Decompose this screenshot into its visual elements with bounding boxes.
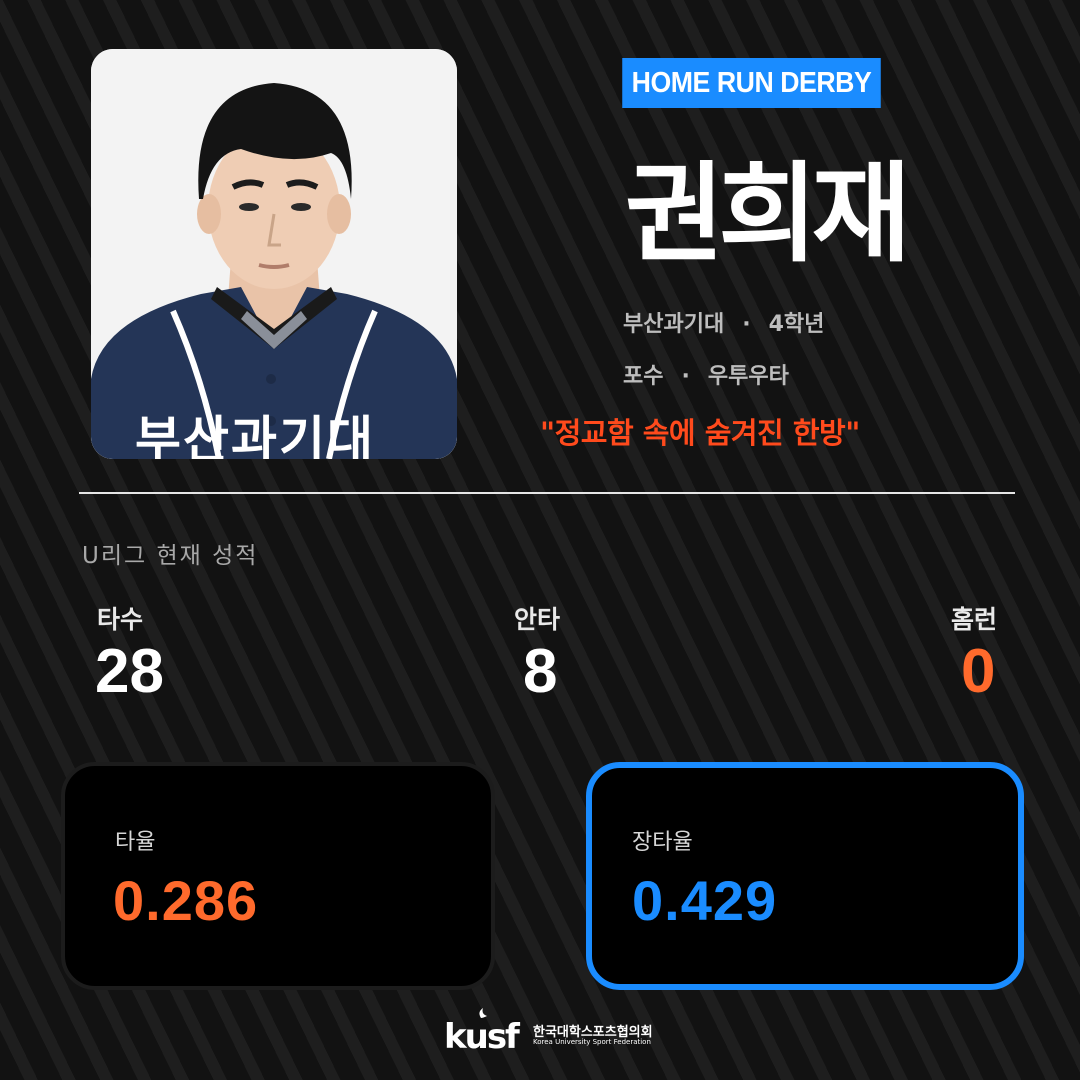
kusf-logo-mark: kusf xyxy=(444,1008,523,1054)
svg-text:kusf: kusf xyxy=(444,1017,521,1054)
stat-label-home-runs: 홈런 xyxy=(951,605,998,634)
position: 포수 xyxy=(623,364,664,389)
player-name: 권희재 xyxy=(624,152,911,277)
stat-label-hits: 안타 xyxy=(514,605,561,634)
separator-dot: · xyxy=(742,312,751,337)
school-name: 부산과기대 xyxy=(623,312,725,337)
school-grade-row: 부산과기대 · 4학년 xyxy=(623,306,824,338)
section-title: U리그 현재 성적 xyxy=(82,543,259,569)
jersey-text: 부산과기대 xyxy=(135,411,375,459)
home-run-derby-badge: HOME RUN DERBY xyxy=(622,58,881,108)
player-slogan: "정교함 속에 숨겨진 한방" xyxy=(540,416,860,450)
card-label: 타율 xyxy=(115,830,156,855)
stat-label-at-bats: 타수 xyxy=(97,605,144,634)
player-photo: 부산과기대 xyxy=(91,49,457,459)
card-label: 장타율 xyxy=(632,830,693,855)
separator-dot: · xyxy=(681,364,690,389)
stat-value-home-runs: 0 xyxy=(961,637,996,706)
stat-value-hits: 8 xyxy=(523,637,558,706)
logo-name-en: Korea University Sport Federation xyxy=(533,1038,651,1046)
batting-average-value: 0.286 xyxy=(113,869,259,932)
slugging-card: 장타율 0.429 xyxy=(586,762,1024,990)
grade: 4학년 xyxy=(768,312,825,337)
stat-value-at-bats: 28 xyxy=(95,637,164,706)
bats-throws: 우투우타 xyxy=(707,364,789,389)
slugging-value: 0.429 xyxy=(632,869,778,932)
section-divider xyxy=(79,492,1015,494)
batting-average-card: 타율 0.286 xyxy=(61,762,495,990)
position-row: 포수 · 우투우타 xyxy=(623,358,789,390)
